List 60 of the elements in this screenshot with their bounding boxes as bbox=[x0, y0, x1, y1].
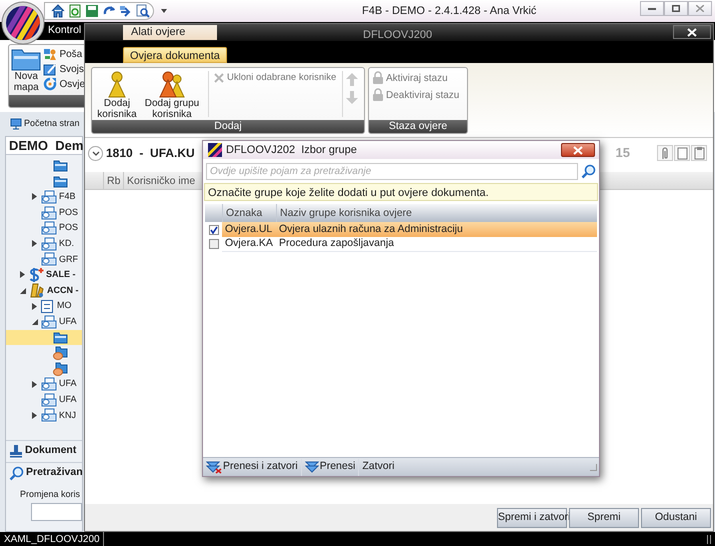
tree-item[interactable]: UFA bbox=[6, 376, 82, 392]
ribbon-tab[interactable]: Ovjera dokumenta bbox=[123, 47, 227, 63]
nav-tab[interactable]: Početna stran bbox=[0, 116, 80, 132]
tree-label: ACCN - bbox=[47, 284, 78, 297]
tree-item[interactable]: ACCN - bbox=[6, 282, 82, 298]
tree-item[interactable]: UFA bbox=[6, 314, 82, 330]
tree-label: KNJ bbox=[59, 408, 76, 422]
context-tab-group: Alati ovjere bbox=[123, 25, 217, 40]
action-button[interactable]: Spremi i zatvori bbox=[497, 508, 567, 528]
table-row[interactable]: Ovjera.KA Procedura zapošljavanja bbox=[205, 237, 597, 252]
window-title: F4B - DEMO - 2.4.1.428 - Ana Vrkić bbox=[362, 4, 536, 19]
ribbon-button[interactable]: Osvje bbox=[43, 77, 85, 91]
tree-label: POS bbox=[59, 206, 78, 219]
table-cell-text: Procedura zapošljavanja bbox=[278, 236, 394, 252]
tree-item[interactable]: KNJ bbox=[6, 408, 82, 424]
tree-item[interactable]: POS bbox=[6, 220, 82, 236]
table-cell-text: Ovjera.KA bbox=[224, 236, 274, 252]
field-label: Promjena koris bbox=[20, 488, 82, 501]
window-title: DFLOOVJ200 bbox=[363, 28, 432, 43]
tree-item[interactable]: F4B bbox=[6, 189, 82, 205]
dialog-title: DFLOOVJ202 Izbor grupe bbox=[226, 142, 357, 158]
table-cell-text: Ovjera.UL bbox=[224, 222, 274, 237]
tree-label: MO bbox=[57, 299, 72, 312]
toolbar-button[interactable]: Prenesi bbox=[300, 458, 358, 476]
tree-item[interactable]: GRF bbox=[6, 252, 82, 268]
ribbon-button[interactable]: Svojs bbox=[43, 62, 85, 76]
nav-section[interactable]: Pretraživan bbox=[6, 462, 82, 484]
document-count: 15 bbox=[616, 144, 630, 162]
tree-label: UFA bbox=[59, 392, 77, 406]
new-folder-button[interactable]: Nova mapa bbox=[11, 47, 42, 95]
tree-label: UFA bbox=[59, 377, 77, 390]
action-button[interactable]: Spremi bbox=[569, 508, 639, 528]
toolbar-button[interactable]: Zatvori bbox=[358, 458, 398, 476]
toolbar-button[interactable]: Prenesi i zatvori bbox=[203, 458, 301, 476]
table-row[interactable]: Ovjera.UL Ovjera ulaznih računa za Administraciju bbox=[205, 222, 597, 237]
ribbon-button[interactable]: Dodaj korisnika bbox=[95, 71, 139, 119]
ribbon-button[interactable]: Poša bbox=[43, 47, 85, 61]
ribbon-tab[interactable]: Kontrol bbox=[48, 23, 82, 39]
group-title: Staza ovjere bbox=[369, 120, 467, 133]
nav-section[interactable]: Dokument bbox=[6, 440, 82, 462]
table-cell-text: Ovjera ulaznih računa za Administraciju bbox=[278, 222, 463, 237]
group-title: Dodaj bbox=[92, 120, 364, 133]
action-button[interactable]: Odustani bbox=[641, 508, 711, 528]
hint-text: Označite grupe koje želite dodati u put ovjere dokumenta. bbox=[204, 183, 598, 201]
tree-label: SALE - bbox=[46, 268, 76, 282]
tree-header: DEMO Dem bbox=[6, 137, 82, 155]
tree-item[interactable]: KD. bbox=[6, 236, 82, 252]
column-header[interactable]: Rb bbox=[103, 172, 123, 189]
document-heading: 1810 - UFA.KU bbox=[106, 145, 195, 162]
tree-label: F4B bbox=[59, 190, 76, 204]
tree-label: UFA bbox=[59, 314, 77, 328]
tree-label: KD. bbox=[59, 237, 74, 250]
tree-item[interactable]: POS bbox=[6, 204, 82, 220]
tree-label: POS bbox=[59, 221, 78, 234]
tree-item[interactable]: UFA bbox=[6, 392, 82, 408]
tree-item[interactable]: SALE - bbox=[6, 267, 82, 283]
ribbon-button[interactable]: Dodaj grupu korisnika bbox=[140, 71, 204, 119]
tree-item[interactable]: MO bbox=[6, 298, 82, 314]
search-field[interactable]: Ovdje upišite pojam za pretraživanje bbox=[206, 163, 578, 180]
tree-label: GRF bbox=[59, 252, 78, 266]
